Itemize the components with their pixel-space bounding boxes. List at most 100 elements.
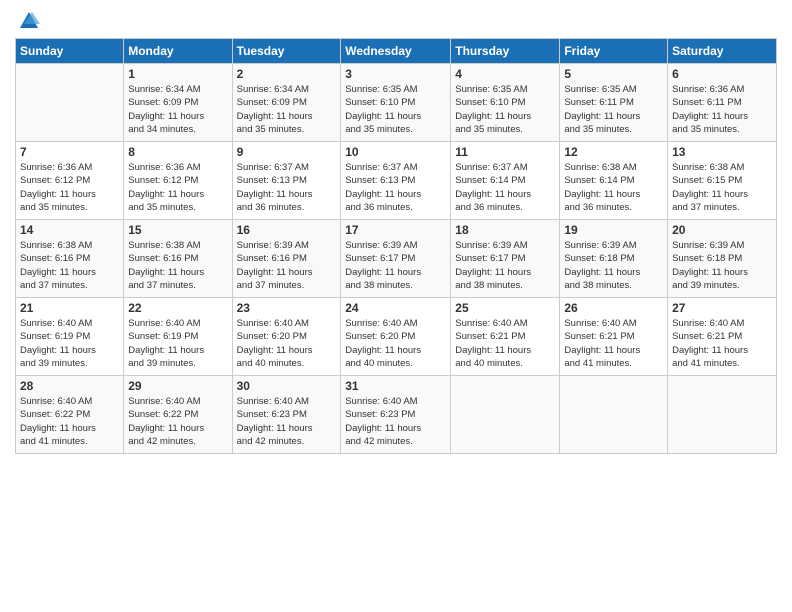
day-number: 9 bbox=[237, 145, 337, 159]
calendar-cell: 1 Sunrise: 6:34 AMSunset: 6:09 PMDaylight… bbox=[124, 64, 232, 142]
day-info: Sunrise: 6:40 AMSunset: 6:20 PMDaylight:… bbox=[237, 317, 337, 370]
calendar-cell bbox=[668, 376, 777, 454]
day-number: 30 bbox=[237, 379, 337, 393]
day-info: Sunrise: 6:40 AMSunset: 6:22 PMDaylight:… bbox=[20, 395, 119, 448]
calendar-cell: 12Sunrise: 6:38 AMSunset: 6:14 PMDayligh… bbox=[560, 142, 668, 220]
day-info: Sunrise: 6:37 AMSunset: 6:13 PMDaylight:… bbox=[345, 161, 446, 214]
calendar-cell: 20 Sunrise: 6:39 AMSunset: 6:18 PMDayligh… bbox=[668, 220, 777, 298]
day-info: Sunrise: 6:39 AMSunset: 6:16 PMDaylight:… bbox=[237, 239, 337, 292]
day-info: Sunrise: 6:34 AMSunset: 6:09 PMDaylight:… bbox=[128, 83, 227, 136]
day-number: 15 bbox=[128, 223, 227, 237]
day-info: Sunrise: 6:39 AMSunset: 6:18 PMDaylight:… bbox=[564, 239, 663, 292]
calendar-cell: 7 Sunrise: 6:36 AMSunset: 6:12 PMDaylight… bbox=[16, 142, 124, 220]
calendar-cell: 30 Sunrise: 6:40 AMSunset: 6:23 PMDayligh… bbox=[232, 376, 341, 454]
day-number: 29 bbox=[128, 379, 227, 393]
day-info: Sunrise: 6:38 AMSunset: 6:16 PMDaylight:… bbox=[128, 239, 227, 292]
logo bbox=[15, 10, 40, 32]
calendar-cell: 3 Sunrise: 6:35 AMSunset: 6:10 PMDaylight… bbox=[341, 64, 451, 142]
day-number: 22 bbox=[128, 301, 227, 315]
day-header-sunday: Sunday bbox=[16, 39, 124, 64]
calendar-cell: 17Sunrise: 6:39 AMSunset: 6:17 PMDayligh… bbox=[341, 220, 451, 298]
day-number: 14 bbox=[20, 223, 119, 237]
day-number: 19 bbox=[564, 223, 663, 237]
header-row: SundayMondayTuesdayWednesdayThursdayFrid… bbox=[16, 39, 777, 64]
day-number: 31 bbox=[345, 379, 446, 393]
day-number: 27 bbox=[672, 301, 772, 315]
day-number: 2 bbox=[237, 67, 337, 81]
day-header-wednesday: Wednesday bbox=[341, 39, 451, 64]
week-row-2: 7 Sunrise: 6:36 AMSunset: 6:12 PMDaylight… bbox=[16, 142, 777, 220]
calendar-cell: 16Sunrise: 6:39 AMSunset: 6:16 PMDayligh… bbox=[232, 220, 341, 298]
header bbox=[15, 10, 777, 32]
calendar-cell: 4 Sunrise: 6:35 AMSunset: 6:10 PMDaylight… bbox=[451, 64, 560, 142]
day-info: Sunrise: 6:36 AMSunset: 6:12 PMDaylight:… bbox=[20, 161, 119, 214]
day-info: Sunrise: 6:40 AMSunset: 6:21 PMDaylight:… bbox=[672, 317, 772, 370]
week-row-3: 14 Sunrise: 6:38 AMSunset: 6:16 PMDayligh… bbox=[16, 220, 777, 298]
day-number: 7 bbox=[20, 145, 119, 159]
logo-icon bbox=[18, 10, 40, 32]
day-info: Sunrise: 6:35 AMSunset: 6:10 PMDaylight:… bbox=[345, 83, 446, 136]
calendar-cell: 31 Sunrise: 6:40 AMSunset: 6:23 PMDayligh… bbox=[341, 376, 451, 454]
calendar-cell: 10Sunrise: 6:37 AMSunset: 6:13 PMDayligh… bbox=[341, 142, 451, 220]
day-info: Sunrise: 6:40 AMSunset: 6:20 PMDaylight:… bbox=[345, 317, 446, 370]
day-info: Sunrise: 6:37 AMSunset: 6:13 PMDaylight:… bbox=[237, 161, 337, 214]
day-number: 26 bbox=[564, 301, 663, 315]
day-header-thursday: Thursday bbox=[451, 39, 560, 64]
day-number: 24 bbox=[345, 301, 446, 315]
day-header-tuesday: Tuesday bbox=[232, 39, 341, 64]
calendar-cell: 24 Sunrise: 6:40 AMSunset: 6:20 PMDayligh… bbox=[341, 298, 451, 376]
day-number: 25 bbox=[455, 301, 555, 315]
week-row-4: 21 Sunrise: 6:40 AMSunset: 6:19 PMDayligh… bbox=[16, 298, 777, 376]
day-info: Sunrise: 6:40 AMSunset: 6:19 PMDaylight:… bbox=[20, 317, 119, 370]
day-info: Sunrise: 6:38 AMSunset: 6:14 PMDaylight:… bbox=[564, 161, 663, 214]
calendar-cell: 2 Sunrise: 6:34 AMSunset: 6:09 PMDaylight… bbox=[232, 64, 341, 142]
day-number: 23 bbox=[237, 301, 337, 315]
calendar-cell: 23 Sunrise: 6:40 AMSunset: 6:20 PMDayligh… bbox=[232, 298, 341, 376]
calendar-cell: 5Sunrise: 6:35 AMSunset: 6:11 PMDaylight… bbox=[560, 64, 668, 142]
day-info: Sunrise: 6:34 AMSunset: 6:09 PMDaylight:… bbox=[237, 83, 337, 136]
calendar-cell: 14 Sunrise: 6:38 AMSunset: 6:16 PMDayligh… bbox=[16, 220, 124, 298]
day-info: Sunrise: 6:40 AMSunset: 6:21 PMDaylight:… bbox=[455, 317, 555, 370]
day-number: 1 bbox=[128, 67, 227, 81]
day-info: Sunrise: 6:39 AMSunset: 6:17 PMDaylight:… bbox=[455, 239, 555, 292]
calendar-cell: 19 Sunrise: 6:39 AMSunset: 6:18 PMDayligh… bbox=[560, 220, 668, 298]
day-number: 6 bbox=[672, 67, 772, 81]
calendar-cell: 15 Sunrise: 6:38 AMSunset: 6:16 PMDayligh… bbox=[124, 220, 232, 298]
calendar-cell: 29 Sunrise: 6:40 AMSunset: 6:22 PMDayligh… bbox=[124, 376, 232, 454]
day-info: Sunrise: 6:40 AMSunset: 6:23 PMDaylight:… bbox=[237, 395, 337, 448]
calendar-cell bbox=[560, 376, 668, 454]
calendar-cell: 18Sunrise: 6:39 AMSunset: 6:17 PMDayligh… bbox=[451, 220, 560, 298]
day-number: 8 bbox=[128, 145, 227, 159]
day-number: 17 bbox=[345, 223, 446, 237]
calendar-cell: 21 Sunrise: 6:40 AMSunset: 6:19 PMDayligh… bbox=[16, 298, 124, 376]
calendar-table: SundayMondayTuesdayWednesdayThursdayFrid… bbox=[15, 38, 777, 454]
day-info: Sunrise: 6:38 AMSunset: 6:16 PMDaylight:… bbox=[20, 239, 119, 292]
calendar-cell: 22 Sunrise: 6:40 AMSunset: 6:19 PMDayligh… bbox=[124, 298, 232, 376]
page: SundayMondayTuesdayWednesdayThursdayFrid… bbox=[0, 0, 792, 612]
week-row-1: 1 Sunrise: 6:34 AMSunset: 6:09 PMDaylight… bbox=[16, 64, 777, 142]
calendar-cell: 6 Sunrise: 6:36 AMSunset: 6:11 PMDaylight… bbox=[668, 64, 777, 142]
calendar-cell: 8Sunrise: 6:36 AMSunset: 6:12 PMDaylight… bbox=[124, 142, 232, 220]
calendar-cell bbox=[16, 64, 124, 142]
day-info: Sunrise: 6:40 AMSunset: 6:22 PMDaylight:… bbox=[128, 395, 227, 448]
day-number: 21 bbox=[20, 301, 119, 315]
day-number: 3 bbox=[345, 67, 446, 81]
day-info: Sunrise: 6:40 AMSunset: 6:23 PMDaylight:… bbox=[345, 395, 446, 448]
day-info: Sunrise: 6:36 AMSunset: 6:11 PMDaylight:… bbox=[672, 83, 772, 136]
day-info: Sunrise: 6:35 AMSunset: 6:11 PMDaylight:… bbox=[564, 83, 663, 136]
day-info: Sunrise: 6:40 AMSunset: 6:19 PMDaylight:… bbox=[128, 317, 227, 370]
calendar-cell: 9 Sunrise: 6:37 AMSunset: 6:13 PMDaylight… bbox=[232, 142, 341, 220]
day-info: Sunrise: 6:39 AMSunset: 6:18 PMDaylight:… bbox=[672, 239, 772, 292]
calendar-cell: 25 Sunrise: 6:40 AMSunset: 6:21 PMDayligh… bbox=[451, 298, 560, 376]
day-number: 11 bbox=[455, 145, 555, 159]
day-info: Sunrise: 6:38 AMSunset: 6:15 PMDaylight:… bbox=[672, 161, 772, 214]
calendar-cell: 13Sunrise: 6:38 AMSunset: 6:15 PMDayligh… bbox=[668, 142, 777, 220]
week-row-5: 28Sunrise: 6:40 AMSunset: 6:22 PMDayligh… bbox=[16, 376, 777, 454]
day-number: 20 bbox=[672, 223, 772, 237]
calendar-cell: 26Sunrise: 6:40 AMSunset: 6:21 PMDayligh… bbox=[560, 298, 668, 376]
calendar-cell bbox=[451, 376, 560, 454]
calendar-cell: 28Sunrise: 6:40 AMSunset: 6:22 PMDayligh… bbox=[16, 376, 124, 454]
day-number: 4 bbox=[455, 67, 555, 81]
day-header-monday: Monday bbox=[124, 39, 232, 64]
day-info: Sunrise: 6:35 AMSunset: 6:10 PMDaylight:… bbox=[455, 83, 555, 136]
